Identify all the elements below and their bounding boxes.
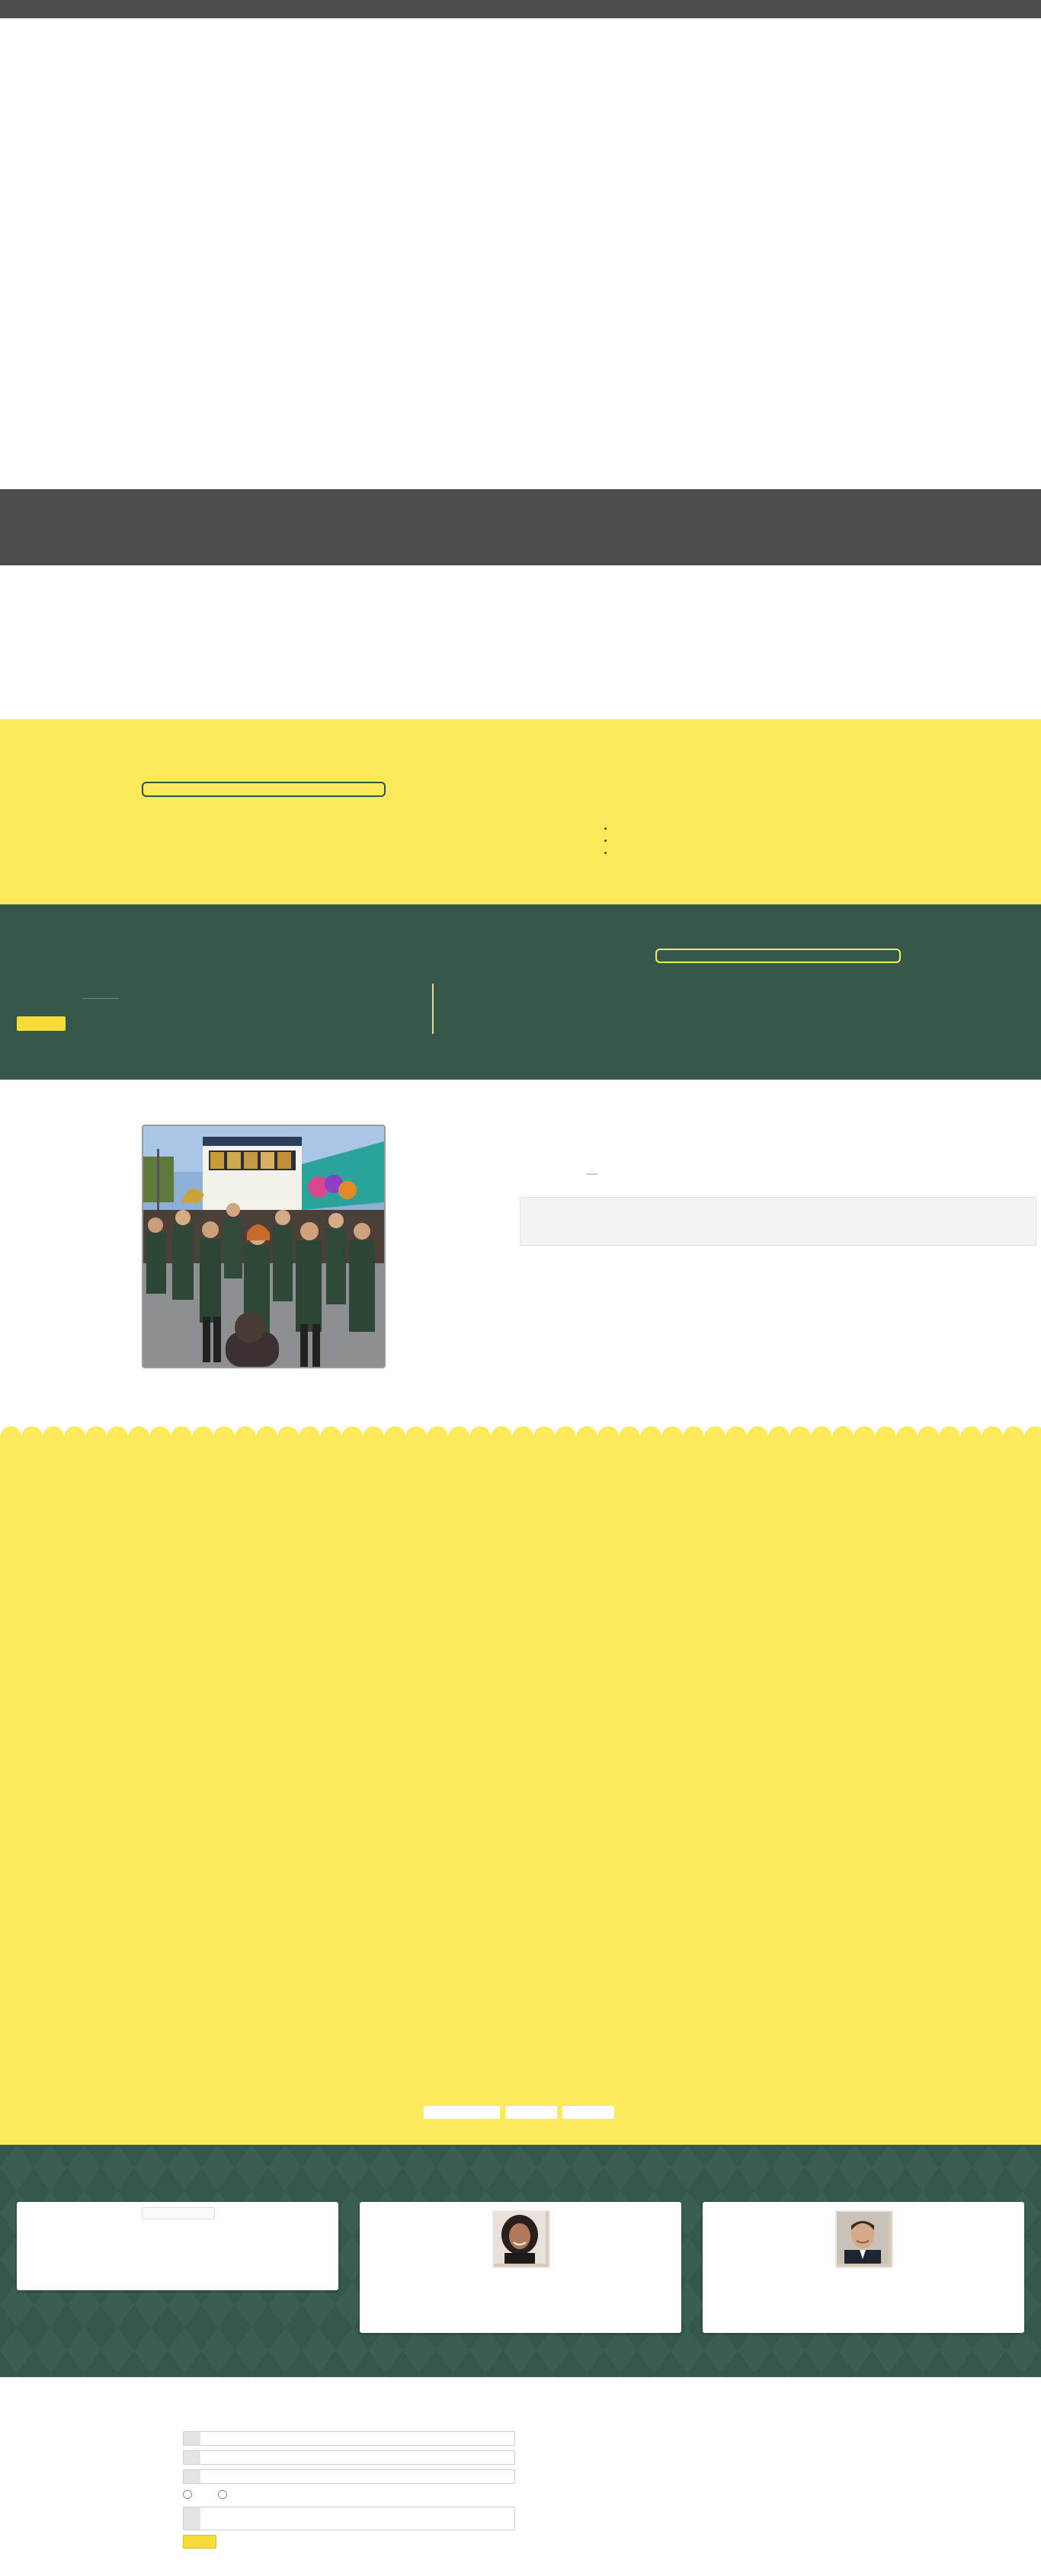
hero-section [0, 18, 1041, 489]
small-caption-mark [587, 1173, 597, 1175]
field-icon [184, 2451, 200, 2464]
announcement-band [0, 489, 1041, 565]
message-field[interactable] [183, 2507, 515, 2530]
email-field[interactable] [183, 2450, 515, 2465]
tab-1[interactable] [424, 2106, 500, 2119]
tab-3[interactable] [562, 2106, 614, 2119]
divider [82, 998, 119, 999]
scallop-edge [0, 1426, 1041, 1437]
field-icon [184, 2470, 200, 2483]
submit-button[interactable] [183, 2535, 216, 2549]
phone-field[interactable] [183, 2469, 515, 2484]
green-feature-section [0, 904, 1041, 1080]
avatar [835, 2210, 893, 2268]
intro-section [0, 565, 1041, 719]
radio-option-1[interactable] [183, 2490, 192, 2499]
yellow-content-section [0, 1436, 1041, 2145]
vertical-divider [432, 984, 434, 1034]
cta-button[interactable] [17, 1016, 66, 1031]
outline-button-yellow[interactable] [655, 949, 901, 963]
more-vertical-icon[interactable] [597, 827, 613, 862]
marching-band-image [143, 1126, 384, 1367]
radio-option-2[interactable] [218, 2490, 227, 2499]
info-box [520, 1197, 1036, 1246]
yellow-feature-section [0, 719, 1041, 904]
field-icon [184, 2507, 200, 2530]
avatar [492, 2210, 550, 2268]
card-label [142, 2207, 215, 2219]
avatar-photo [494, 2212, 546, 2264]
field-icon [184, 2432, 200, 2445]
tab-2[interactable] [505, 2106, 557, 2119]
contact-form-section [0, 2377, 1041, 2576]
outline-button[interactable] [142, 782, 386, 797]
name-field[interactable] [183, 2431, 515, 2446]
top-nav-bar [0, 0, 1041, 18]
band-photo [142, 1125, 386, 1368]
avatar-photo [837, 2212, 889, 2264]
